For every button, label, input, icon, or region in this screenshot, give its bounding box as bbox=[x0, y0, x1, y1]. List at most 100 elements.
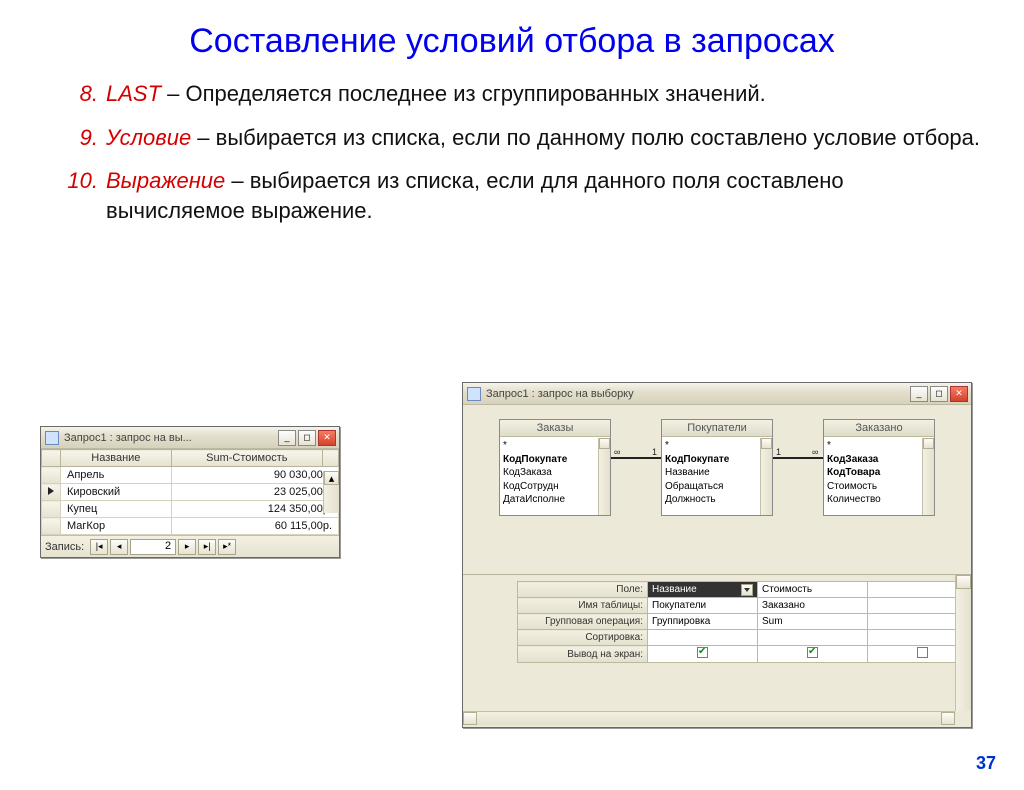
qbe-cell-sort[interactable] bbox=[648, 630, 758, 646]
field-list[interactable]: * КодПокупате Название Обращаться Должно… bbox=[662, 437, 772, 515]
horizontal-scrollbar[interactable] bbox=[463, 711, 955, 725]
table-ordered[interactable]: Заказано * КодЗаказа КодТовара Стоимость… bbox=[823, 419, 935, 516]
table-title: Заказано bbox=[824, 420, 934, 437]
row-selector[interactable] bbox=[42, 501, 61, 518]
list-item[interactable]: * bbox=[503, 439, 607, 453]
cell-name[interactable]: МагКор bbox=[61, 518, 172, 535]
scroll-up-button[interactable] bbox=[923, 438, 934, 449]
record-label: Запись: bbox=[45, 541, 84, 553]
nav-new-button[interactable]: ▸* bbox=[218, 539, 236, 555]
maximize-button[interactable]: ◻ bbox=[930, 386, 948, 402]
list-scrollbar[interactable] bbox=[922, 438, 934, 515]
minimize-button[interactable]: _ bbox=[910, 386, 928, 402]
field-list[interactable]: * КодЗаказа КодТовара Стоимость Количест… bbox=[824, 437, 934, 515]
table-row[interactable]: Апрель 90 030,00р. bbox=[42, 467, 339, 484]
table-customers[interactable]: Покупатели * КодПокупате Название Обраща… bbox=[661, 419, 773, 516]
cell-sum[interactable]: 23 025,00р. bbox=[171, 484, 338, 501]
list-item[interactable]: ДатаИсполне bbox=[503, 493, 607, 507]
scroll-up-button[interactable] bbox=[956, 575, 971, 589]
scroll-left-button[interactable] bbox=[463, 712, 477, 725]
qbe-table[interactable]: Поле: Название Стоимость Имя таблицы: По… bbox=[517, 581, 971, 663]
cardinality-label: ∞ bbox=[613, 447, 621, 457]
titlebar[interactable]: Запрос1 : запрос на вы... _ ◻ ✕ bbox=[41, 427, 339, 449]
list-item[interactable]: КодСотрудн bbox=[503, 480, 607, 494]
bullet-head: LAST bbox=[106, 81, 161, 106]
row-selector[interactable] bbox=[42, 467, 61, 484]
qbe-cell-show[interactable] bbox=[758, 646, 868, 663]
titlebar[interactable]: Запрос1 : запрос на выборку _ ◻ ✕ bbox=[463, 383, 971, 405]
cardinality-label: 1 bbox=[651, 447, 658, 457]
scroll-spacer bbox=[323, 450, 339, 467]
scroll-up-button[interactable]: ▴ bbox=[324, 471, 339, 485]
bullet-number: 8. bbox=[60, 79, 106, 109]
qbe-cell-table[interactable]: Заказано bbox=[758, 598, 868, 614]
nav-next-button[interactable]: ▸ bbox=[178, 539, 196, 555]
close-button[interactable]: ✕ bbox=[950, 386, 968, 402]
cell-name[interactable]: Кировский bbox=[61, 484, 172, 501]
maximize-button[interactable]: ◻ bbox=[298, 430, 316, 446]
list-item[interactable]: КодПокупате bbox=[503, 453, 607, 467]
nav-last-button[interactable]: ▸| bbox=[198, 539, 216, 555]
qbe-cell-field[interactable]: Название bbox=[648, 582, 758, 598]
qbe-cell-show[interactable] bbox=[648, 646, 758, 663]
qbe-cell-sort[interactable] bbox=[758, 630, 868, 646]
row-selector[interactable] bbox=[42, 518, 61, 535]
vertical-scrollbar[interactable] bbox=[955, 575, 971, 711]
checkbox-checked-icon[interactable] bbox=[807, 647, 818, 658]
scroll-right-button[interactable] bbox=[941, 712, 955, 725]
list-item[interactable]: КодЗаказа bbox=[503, 466, 607, 480]
qbe-cell-field[interactable]: Стоимость bbox=[758, 582, 868, 598]
page-title: Составление условий отбора в запросах bbox=[0, 22, 1024, 61]
qbe-cell-table[interactable]: Покупатели bbox=[648, 598, 758, 614]
list-item[interactable]: Название bbox=[665, 466, 769, 480]
scroll-up-button[interactable] bbox=[761, 438, 772, 449]
list-item[interactable]: * bbox=[827, 439, 931, 453]
qbe-cell-group[interactable]: Группировка bbox=[648, 614, 758, 630]
vertical-scrollbar[interactable]: ▴ bbox=[323, 471, 339, 513]
cell-sum[interactable]: 60 115,00р. bbox=[171, 518, 338, 535]
record-number-input[interactable]: 2 bbox=[130, 539, 176, 555]
cell-sum[interactable]: 90 030,00р. bbox=[171, 467, 338, 484]
nav-prev-button[interactable]: ◂ bbox=[110, 539, 128, 555]
relationship-line[interactable] bbox=[773, 457, 823, 459]
list-item[interactable]: КодТовара bbox=[827, 466, 931, 480]
list-item[interactable]: Количество bbox=[827, 493, 931, 507]
qbe-cell-group[interactable]: Sum bbox=[758, 614, 868, 630]
scroll-up-button[interactable] bbox=[599, 438, 610, 449]
list-item[interactable]: КодПокупате bbox=[665, 453, 769, 467]
dropdown-icon[interactable] bbox=[741, 584, 753, 596]
relationship-pane[interactable]: Заказы * КодПокупате КодЗаказа КодСотруд… bbox=[463, 405, 971, 575]
list-item[interactable]: Стоимость bbox=[827, 480, 931, 494]
checkbox-checked-icon[interactable] bbox=[697, 647, 708, 658]
list-scrollbar[interactable] bbox=[598, 438, 610, 515]
window-title: Запрос1 : запрос на выборку bbox=[486, 388, 908, 400]
bullet-head: Выражение bbox=[106, 168, 225, 193]
list-item[interactable]: Обращаться bbox=[665, 480, 769, 494]
datasheet-table[interactable]: Название Sum-Стоимость Апрель 90 030,00р… bbox=[41, 449, 339, 535]
list-item[interactable]: * bbox=[665, 439, 769, 453]
table-orders[interactable]: Заказы * КодПокупате КодЗаказа КодСотруд… bbox=[499, 419, 611, 516]
field-list[interactable]: * КодПокупате КодЗаказа КодСотрудн ДатаИ… bbox=[500, 437, 610, 515]
list-item[interactable]: КодЗаказа bbox=[827, 453, 931, 467]
qbe-grid[interactable]: Поле: Название Стоимость Имя таблицы: По… bbox=[463, 575, 971, 725]
column-header[interactable]: Sum-Стоимость bbox=[171, 450, 322, 467]
cell-sum[interactable]: 124 350,00р. bbox=[171, 501, 338, 518]
relationship-line[interactable] bbox=[611, 457, 661, 459]
close-button[interactable]: ✕ bbox=[318, 430, 336, 446]
bullet-item: 10. Выражение – выбирается из списка, ес… bbox=[60, 166, 984, 225]
row-selector-header[interactable] bbox=[42, 450, 61, 467]
checkbox-icon[interactable] bbox=[917, 647, 928, 658]
row-selector-current[interactable] bbox=[42, 484, 61, 501]
table-title: Заказы bbox=[500, 420, 610, 437]
table-row[interactable]: МагКор 60 115,00р. bbox=[42, 518, 339, 535]
table-row[interactable]: Кировский 23 025,00р. bbox=[42, 484, 339, 501]
list-item[interactable]: Должность bbox=[665, 493, 769, 507]
column-header[interactable]: Название bbox=[61, 450, 172, 467]
cell-name[interactable]: Купец bbox=[61, 501, 172, 518]
cell-name[interactable]: Апрель bbox=[61, 467, 172, 484]
table-row[interactable]: Купец 124 350,00р. bbox=[42, 501, 339, 518]
list-scrollbar[interactable] bbox=[760, 438, 772, 515]
qbe-label: Имя таблицы: bbox=[518, 598, 648, 614]
minimize-button[interactable]: _ bbox=[278, 430, 296, 446]
nav-first-button[interactable]: |◂ bbox=[90, 539, 108, 555]
